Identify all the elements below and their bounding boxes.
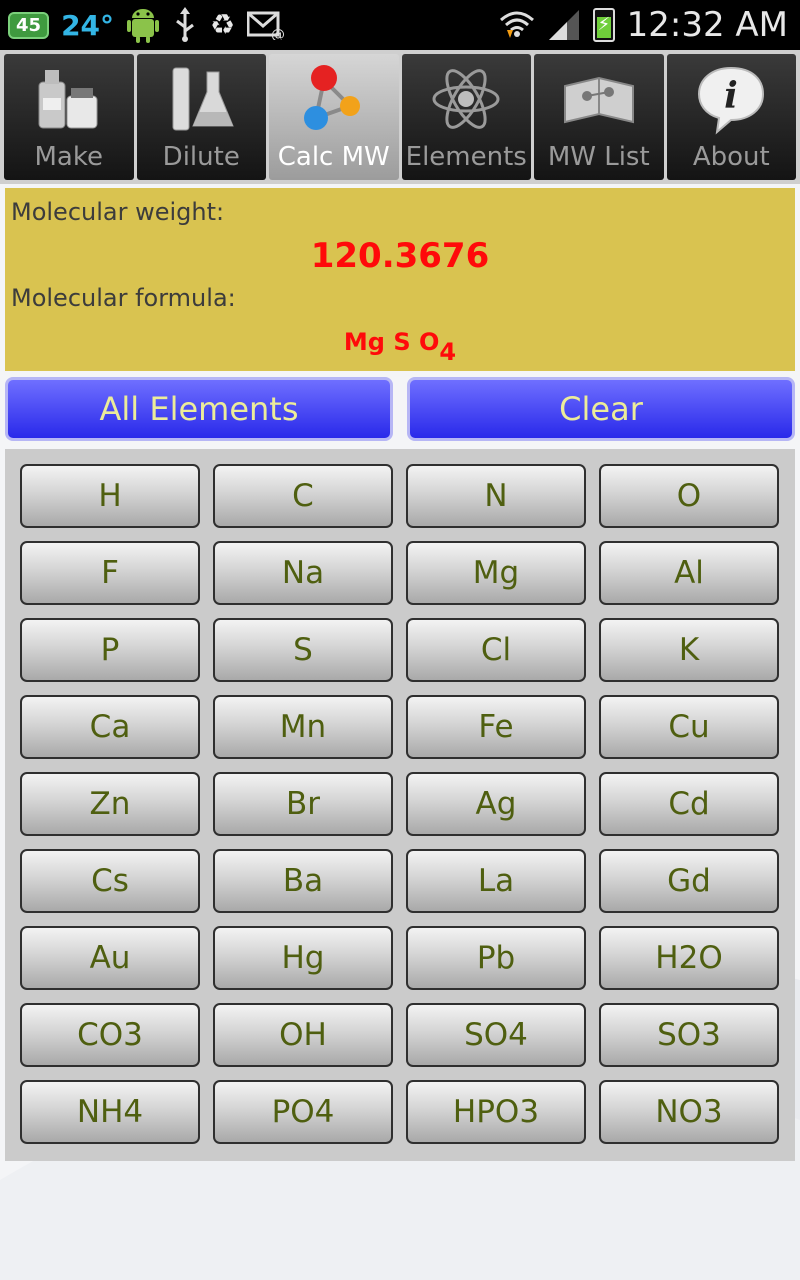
element-button-h[interactable]: H (20, 464, 200, 528)
molecule-icon (303, 65, 360, 130)
notification-count-badge: 45 (8, 11, 50, 39)
element-button-k[interactable]: K (599, 618, 779, 682)
element-button-f[interactable]: F (20, 541, 200, 605)
tab-label: Make (34, 142, 104, 172)
recycle-icon: ♻ (210, 8, 236, 41)
bottles-icon (38, 70, 98, 129)
tab-label: MW List (547, 142, 650, 172)
element-button-cd[interactable]: Cd (599, 772, 779, 836)
tab-make[interactable]: Make (4, 54, 134, 180)
element-button-zn[interactable]: Zn (20, 772, 200, 836)
element-button-s[interactable]: S (213, 618, 393, 682)
element-button-hg[interactable]: Hg (213, 926, 393, 990)
email-icon: @ (247, 11, 285, 40)
wifi-icon (499, 11, 534, 38)
element-button-pb[interactable]: Pb (406, 926, 586, 990)
tab-label: Elements (405, 142, 527, 172)
svg-text:i: i (724, 75, 738, 117)
molecular-weight-label: Molecular weight: (11, 198, 225, 226)
usb-icon (176, 7, 194, 42)
element-button-cs[interactable]: Cs (20, 849, 200, 913)
result-panel: Molecular weight: 120.3676 Molecular for… (5, 188, 795, 371)
element-grid: H C N O F Na Mg Al P S Cl K Ca Mn Fe Cu Zn Br Ag Cd Cs Ba La Gd… (20, 464, 779, 1144)
element-button-na[interactable]: Na (213, 541, 393, 605)
tab-label: Calc MW (277, 142, 390, 172)
element-button-h2o[interactable]: H2O (599, 926, 779, 990)
tab-elements[interactable]: Elements (401, 54, 531, 180)
element-button-mn[interactable]: Mn (213, 695, 393, 759)
flask-icon (172, 67, 234, 131)
atom-icon (432, 69, 500, 129)
element-button-br[interactable]: Br (213, 772, 393, 836)
element-button-la[interactable]: La (406, 849, 586, 913)
tab-label: Dilute (162, 142, 240, 172)
status-bar: 45 24° ♻ @ ⚡ 12:32 AM (0, 0, 800, 50)
element-button-cl[interactable]: Cl (406, 618, 586, 682)
element-button-ca[interactable]: Ca (20, 695, 200, 759)
element-button-po4[interactable]: PO4 (213, 1080, 393, 1144)
element-button-so3[interactable]: SO3 (599, 1003, 779, 1067)
tab-about[interactable]: i About (666, 54, 796, 180)
clock: 12:32 AM (626, 5, 788, 45)
element-button-co3[interactable]: CO3 (20, 1003, 200, 1067)
element-button-c[interactable]: C (213, 464, 393, 528)
element-grid-panel: H C N O F Na Mg Al P S Cl K Ca Mn Fe Cu Zn Br Ag Cd Cs Ba La Gd… (5, 449, 795, 1161)
element-button-ag[interactable]: Ag (406, 772, 586, 836)
element-button-au[interactable]: Au (20, 926, 200, 990)
android-icon (127, 9, 160, 43)
element-button-oh[interactable]: OH (213, 1003, 393, 1067)
element-button-mg[interactable]: Mg (406, 541, 586, 605)
tab-calc-mw[interactable]: Calc MW (269, 54, 399, 180)
temperature-readout: 24° (61, 8, 115, 42)
element-button-al[interactable]: Al (599, 541, 779, 605)
element-button-gd[interactable]: Gd (599, 849, 779, 913)
tab-dilute[interactable]: Dilute (136, 54, 266, 180)
element-button-n[interactable]: N (406, 464, 586, 528)
element-button-nh4[interactable]: NH4 (20, 1080, 200, 1144)
book-icon (563, 76, 634, 124)
element-button-o[interactable]: O (599, 464, 779, 528)
formula-text: Mg S O (343, 328, 440, 356)
tab-mw-list[interactable]: MW List (534, 54, 664, 180)
element-button-cu[interactable]: Cu (599, 695, 779, 759)
clear-button[interactable]: Clear (407, 377, 795, 441)
info-icon: i (698, 66, 765, 135)
element-button-p[interactable]: P (20, 618, 200, 682)
element-button-ba[interactable]: Ba (213, 849, 393, 913)
molecular-weight-value: 120.3676 (310, 236, 490, 276)
tab-label: About (692, 142, 770, 172)
element-button-so4[interactable]: SO4 (406, 1003, 586, 1067)
svg-text:@: @ (271, 27, 285, 40)
element-button-no3[interactable]: NO3 (599, 1080, 779, 1144)
element-button-hpo3[interactable]: HPO3 (406, 1080, 586, 1144)
molecular-formula-label: Molecular formula: (11, 284, 236, 312)
tab-bar: Make Dilute Calc MW Elements MW List i A… (0, 50, 800, 184)
formula-subscript: 4 (439, 338, 457, 366)
battery-icon: ⚡ (592, 8, 615, 42)
molecular-formula-value: Mg S O4 (5, 328, 795, 366)
all-elements-button[interactable]: All Elements (5, 377, 393, 441)
element-button-fe[interactable]: Fe (406, 695, 586, 759)
signal-icon (548, 10, 579, 40)
